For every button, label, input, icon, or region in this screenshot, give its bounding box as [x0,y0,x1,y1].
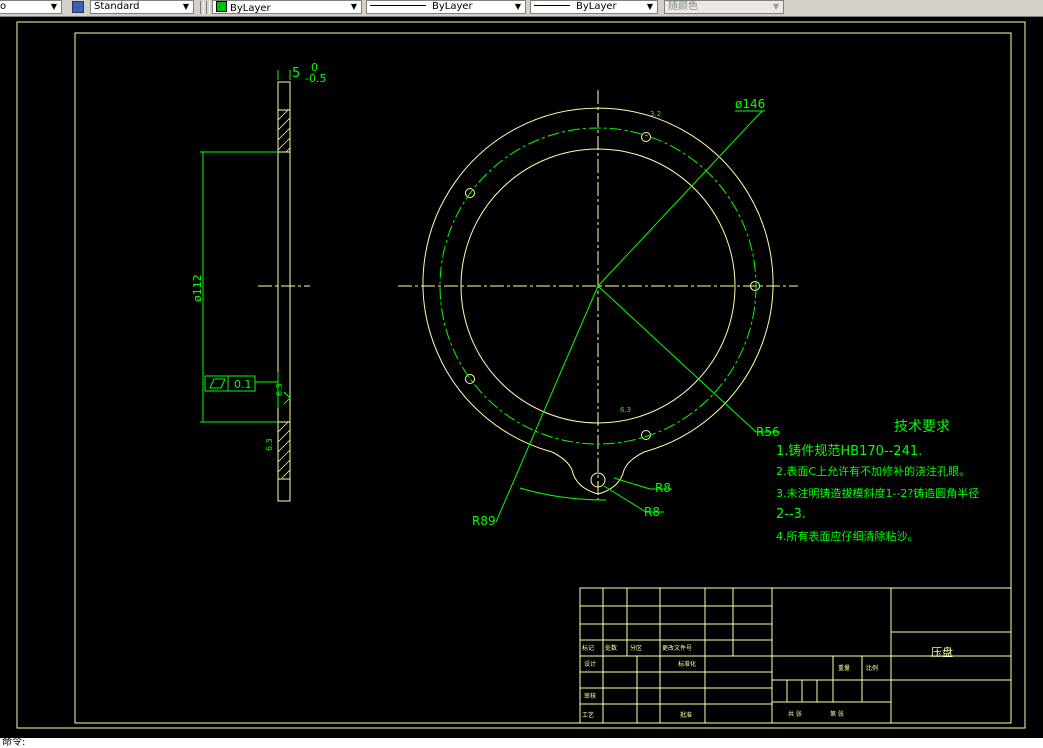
plotstyle-select[interactable]: 随颜色 ▼ [664,0,784,14]
drawing-canvas[interactable]: 5 0 -0.5 ø112 0.1 6.3 6.3 ø146 3.2 6.3 R… [0,17,1043,739]
chevron-down-icon: ▼ [182,2,190,11]
flatness-tolerance: 0.1 [234,378,252,391]
thickness-dim: 5 [292,66,300,81]
lineweight-value: ByLayer [576,1,617,12]
section-hatch [277,109,291,479]
tech-requirements: 技术要求 1.铸件规范HB170--241. 2.表面C上允许有不加修补的浇注孔… [776,419,979,543]
tb-process: 工艺 [582,711,594,719]
text-style-select[interactable]: Standard ▼ [90,0,194,14]
tb-approve: 批准 [680,711,692,719]
lineweight-select[interactable]: ByLayer ▼ [530,0,658,14]
chevron-down-icon: ▼ [646,2,654,11]
roughness-front-mid: 6.3 [620,406,631,414]
text-style-value: Standard [94,1,140,12]
radius-r8-b: R8 [644,505,660,519]
centerlines [258,90,798,500]
tb-change-doc: 更改文件号 [662,644,692,652]
tb-part-name: 压盘 [931,645,953,659]
tb-zone: 分区 [630,644,642,652]
tech-req-line-2: 2.表面C上允许有不加修补的浇注孔眼。 [776,464,970,478]
tb-marking: 标记 [582,644,594,652]
tech-req-line-3: 3.未注明铸造拔模斜度1--2?铸造圆角半径 [776,486,979,500]
linetype-preview-icon [370,5,426,6]
chevron-down-icon: ▼ [514,2,522,11]
tb-scale: 比例 [866,664,878,672]
sheet-border [16,21,1026,729]
tb-standardize: 标准化 [678,660,696,668]
tech-req-line-1: 1.铸件规范HB170--241. [776,443,922,459]
tolerance-lower: -0.5 [305,72,326,85]
first-combo[interactable]: o ▼ [0,0,62,14]
roughness-front-top: 3.2 [650,110,661,118]
side-view-outline [277,81,291,502]
tech-req-title: 技术要求 [894,419,950,435]
roughness-side-2: 6.3 [265,438,274,451]
plotstyle-value: 随颜色 [668,1,698,12]
front-diameter-dim: ø146 [735,97,765,111]
linetype-value: ByLayer [432,1,473,12]
radius-r8-a: R8 [655,481,671,495]
tb-weight: 重量 [838,664,850,672]
tb-total: 共 张 [788,710,802,718]
side-view-section-top [277,109,291,153]
separator [200,1,204,14]
roughness-side-1: 6.3 [275,383,284,396]
command-line[interactable]: 命令: [0,738,1043,748]
text-style-icon[interactable] [72,1,84,13]
color-select[interactable]: ByLayer ▼ [212,0,362,14]
color-swatch-icon [216,1,227,12]
tb-sheet: 第 张 [830,710,844,718]
tb-count: 处数 [605,644,617,652]
separator [206,1,210,14]
chevron-down-icon: ▼ [772,2,780,11]
command-prompt: 命令: [2,737,26,748]
properties-toolbar: o ▼ Standard ▼ ByLayer ▼ ByLayer ▼ ByLay… [0,0,1043,17]
side-diameter-dim: ø112 [191,274,204,302]
chevron-down-icon: ▼ [350,2,358,11]
drawing-frame [74,32,1012,724]
drawing-svg: 5 0 -0.5 ø112 0.1 6.3 6.3 ø146 3.2 6.3 R… [16,21,1026,729]
color-value: ByLayer [230,3,271,14]
first-combo-value: o [0,1,7,12]
chevron-down-icon: ▼ [50,2,58,11]
tb-design: 设计 [584,660,596,668]
tech-req-line-5: 4.所有表面应仔细清除粘沙。 [776,529,919,543]
radius-r56: R56 [756,425,780,439]
dimension-lines [200,70,780,523]
tb-review: 审核 [584,692,596,700]
radius-r89: R89 [472,514,496,528]
linetype-select[interactable]: ByLayer ▼ [366,0,526,14]
lineweight-preview-icon [534,5,570,6]
tech-req-line-4: 2--3. [776,507,806,522]
